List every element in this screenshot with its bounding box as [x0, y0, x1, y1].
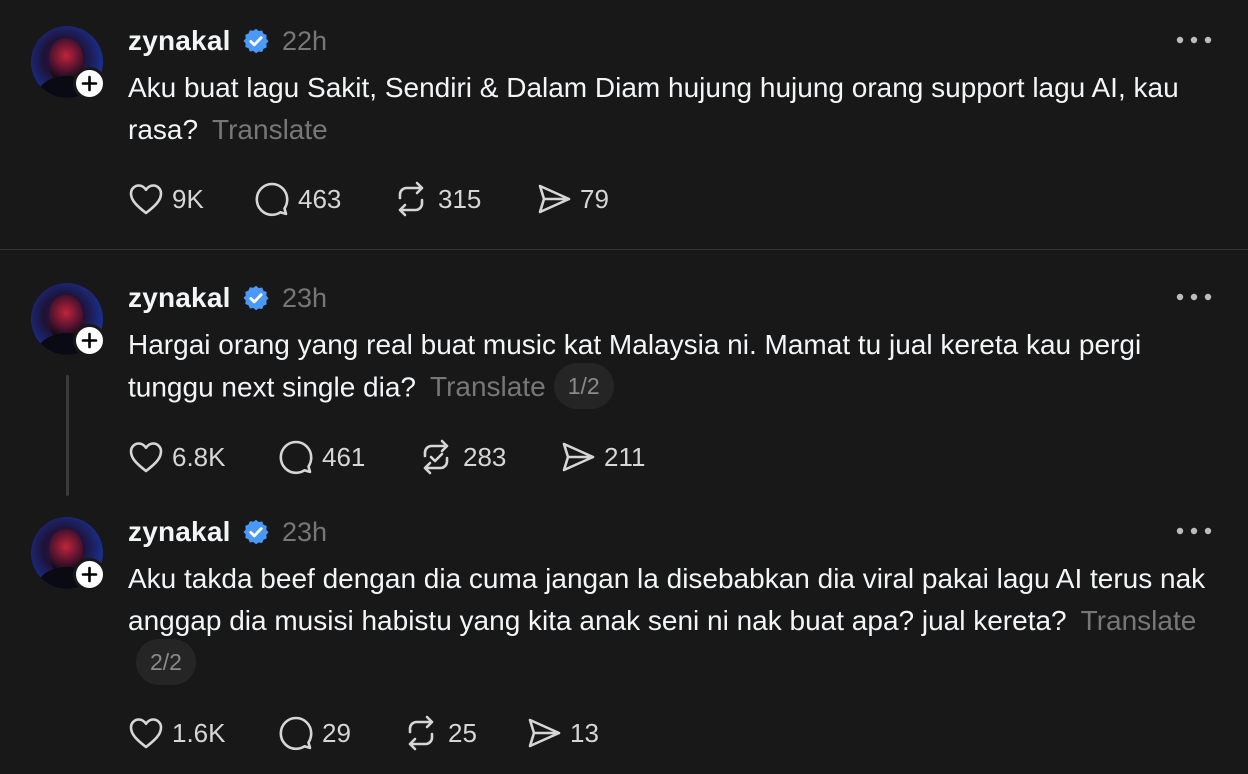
thread-page-indicator: 1/2	[553, 363, 614, 409]
repost-button[interactable]: 315	[392, 179, 481, 219]
reply-count: 461	[322, 441, 366, 472]
post-time: 23h	[282, 517, 328, 547]
repost-icon	[408, 715, 434, 751]
follow-plus-icon[interactable]	[73, 324, 106, 357]
share-button[interactable]: 211	[560, 437, 645, 477]
username[interactable]: zynakal	[128, 282, 231, 314]
like-count: 9K	[172, 183, 204, 214]
repost-icon	[398, 181, 424, 217]
share-button[interactable]: 79	[536, 179, 609, 219]
repost-button[interactable]: 25	[402, 713, 477, 753]
share-count: 211	[604, 441, 646, 472]
like-button[interactable]: 9K	[128, 179, 204, 219]
repost-count: 283	[463, 441, 507, 472]
like-count: 6.8K	[172, 441, 226, 472]
more-options-icon[interactable]	[1176, 34, 1212, 46]
verified-badge-icon	[243, 519, 269, 545]
translate-link[interactable]: Translate	[1081, 605, 1197, 636]
like-button[interactable]: 6.8K	[128, 437, 226, 477]
share-send-icon	[538, 184, 571, 214]
post-time: 22h	[282, 26, 328, 56]
more-options-icon[interactable]	[1176, 291, 1212, 303]
heart-icon	[129, 718, 163, 749]
reply-button[interactable]: 461	[278, 437, 365, 477]
reply-button[interactable]: 463	[254, 179, 341, 219]
follow-plus-icon[interactable]	[73, 67, 106, 100]
translate-link[interactable]: Translate	[430, 371, 546, 402]
verified-badge-icon	[243, 28, 269, 54]
share-send-icon	[528, 718, 561, 748]
repost-button[interactable]: 283	[417, 437, 506, 477]
post-text: Hargai orang yang real buat music kat Ma…	[128, 324, 1208, 412]
share-button[interactable]: 13	[526, 713, 599, 753]
post-text: Aku takda beef dengan dia cuma jangan la…	[128, 558, 1208, 688]
reply-bubble-icon	[255, 182, 289, 217]
reply-count: 463	[298, 183, 342, 214]
share-count: 13	[570, 717, 599, 748]
username[interactable]: zynakal	[128, 516, 231, 548]
post-body: Aku takda beef dengan dia cuma jangan la…	[128, 563, 1206, 636]
username[interactable]: zynakal	[128, 25, 231, 57]
translate-link[interactable]: Translate	[212, 114, 328, 145]
repost-count: 25	[448, 717, 477, 748]
like-button[interactable]: 1.6K	[128, 713, 226, 753]
like-count: 1.6K	[172, 717, 226, 748]
more-options-icon[interactable]	[1176, 525, 1212, 537]
post-text: Aku buat lagu Sakit, Sendiri & Dalam Dia…	[128, 67, 1208, 151]
share-send-icon	[562, 442, 595, 472]
post-body: Hargai orang yang real buat music kat Ma…	[128, 329, 1142, 403]
heart-icon	[129, 442, 163, 473]
repost-count: 315	[438, 183, 482, 214]
post-divider	[0, 249, 1248, 250]
reply-count: 29	[322, 717, 351, 748]
thread-connector-line	[66, 375, 69, 496]
thread-page-indicator: 2/2	[136, 639, 196, 685]
follow-plus-icon[interactable]	[73, 558, 106, 591]
heart-icon	[129, 184, 163, 215]
reply-bubble-icon	[279, 716, 313, 751]
post-time: 23h	[282, 283, 328, 313]
repost-icon	[423, 439, 449, 475]
share-count: 79	[580, 183, 609, 214]
verified-badge-icon	[243, 285, 269, 311]
reply-button[interactable]: 29	[278, 713, 351, 753]
reply-bubble-icon	[279, 440, 313, 475]
